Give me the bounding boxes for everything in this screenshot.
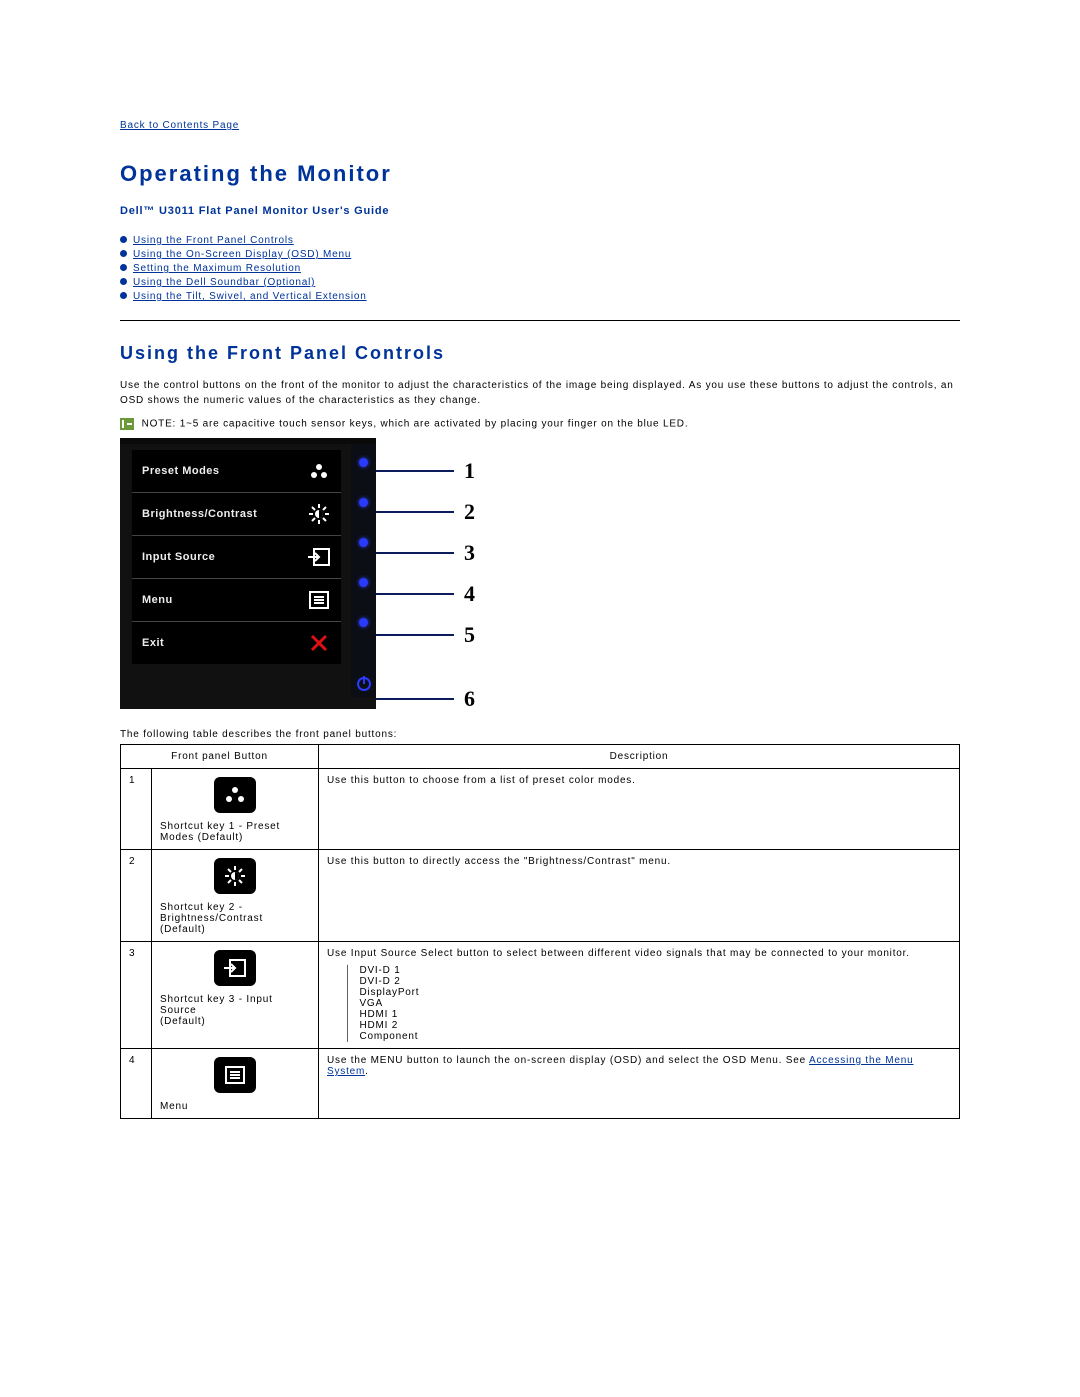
input-source-icon <box>307 546 331 568</box>
back-link[interactable]: Back to Contents Page <box>120 120 960 131</box>
list-item: HDMI 2 <box>345 1020 951 1031</box>
row-number: 4 <box>121 1049 152 1119</box>
osd-row-exit: Exit <box>132 622 341 664</box>
led-button-5[interactable] <box>359 618 368 627</box>
osd-row-preset-modes: Preset Modes <box>132 450 341 493</box>
page-title: Operating the Monitor <box>120 161 960 187</box>
guide-subtitle: Dell™ U3011 Flat Panel Monitor User's Gu… <box>120 205 960 217</box>
monitor-panel: Preset Modes Brightness/Contrast Input S… <box>120 438 376 709</box>
col-front-panel-button: Front panel Button <box>121 745 319 769</box>
list-item: DisplayPort <box>345 987 951 998</box>
list-item: DVI-D 1 <box>345 965 951 976</box>
description-cell: Use the MENU button to launch the on-scr… <box>319 1049 960 1119</box>
button-cell: Shortcut key 1 - Preset Modes (Default) <box>152 769 319 850</box>
menu-icon <box>307 589 331 611</box>
osd-row-input-source: Input Source <box>132 536 341 579</box>
buttons-table: Front panel Button Description 1 Shortcu… <box>120 744 960 1119</box>
toc-item[interactable]: Using the On-Screen Display (OSD) Menu <box>120 249 960 260</box>
table-row: 1 Shortcut key 1 - Preset Modes (Default… <box>121 769 960 850</box>
button-cell: Menu <box>152 1049 319 1119</box>
menu-icon <box>214 1057 256 1093</box>
description-cell: Use this button to choose from a list of… <box>319 769 960 850</box>
led-button-3[interactable] <box>359 538 368 547</box>
table-intro: The following table describes the front … <box>120 729 960 740</box>
brightness-icon <box>214 858 256 894</box>
callout-number: 4 <box>464 581 476 607</box>
led-button-4[interactable] <box>359 578 368 587</box>
bullet-icon <box>120 236 127 243</box>
callout-number: 6 <box>464 686 476 712</box>
table-row: 3 Shortcut key 3 - Input Source (Default… <box>121 942 960 1049</box>
list-item: DVI-D 2 <box>345 976 951 987</box>
button-cell: Shortcut key 2 - Brightness/Contrast (De… <box>152 850 319 942</box>
bullet-icon <box>120 250 127 257</box>
divider <box>120 320 960 321</box>
preset-modes-icon <box>214 777 256 813</box>
callout-number: 2 <box>464 499 476 525</box>
toc-item[interactable]: Using the Dell Soundbar (Optional) <box>120 277 960 288</box>
brightness-icon <box>307 503 331 525</box>
power-icon[interactable] <box>355 674 373 697</box>
callout-number: 1 <box>464 458 476 484</box>
led-button-2[interactable] <box>359 498 368 507</box>
bullet-icon <box>120 292 127 299</box>
section-paragraph: Use the control buttons on the front of … <box>120 378 960 408</box>
note: NOTE: 1~5 are capacitive touch sensor ke… <box>120 418 960 430</box>
callout-number: 5 <box>464 622 476 648</box>
close-icon <box>307 632 331 654</box>
list-item: VGA <box>345 998 951 1009</box>
row-number: 3 <box>121 942 152 1049</box>
table-header-row: Front panel Button Description <box>121 745 960 769</box>
led-column <box>351 444 376 697</box>
list-item: HDMI 1 <box>345 1009 951 1020</box>
toc-item[interactable]: Setting the Maximum Resolution <box>120 263 960 274</box>
osd-row-brightness: Brightness/Contrast <box>132 493 341 536</box>
toc-list: Using the Front Panel Controls Using the… <box>120 235 960 302</box>
bullet-icon <box>120 278 127 285</box>
callout-number: 3 <box>464 540 476 566</box>
input-sources-list: DVI-D 1 DVI-D 2 DisplayPort VGA HDMI 1 H… <box>345 965 951 1042</box>
front-panel-diagram: Preset Modes Brightness/Contrast Input S… <box>120 438 960 709</box>
row-number: 1 <box>121 769 152 850</box>
button-cell: Shortcut key 3 - Input Source (Default) <box>152 942 319 1049</box>
table-row: 2 Shortcut key 2 - Brightness/Contrast (… <box>121 850 960 942</box>
preset-modes-icon <box>307 460 331 482</box>
description-cell: Use Input Source Select button to select… <box>319 942 960 1049</box>
toc-item[interactable]: Using the Front Panel Controls <box>120 235 960 246</box>
input-source-icon <box>214 950 256 986</box>
description-cell: Use this button to directly access the "… <box>319 850 960 942</box>
list-item: Component <box>345 1031 951 1042</box>
row-number: 2 <box>121 850 152 942</box>
osd-row-menu: Menu <box>132 579 341 622</box>
section-heading: Using the Front Panel Controls <box>120 343 960 364</box>
table-row: 4 Menu Use the MENU button to launch the… <box>121 1049 960 1119</box>
led-button-1[interactable] <box>359 458 368 467</box>
toc-item[interactable]: Using the Tilt, Swivel, and Vertical Ext… <box>120 291 960 302</box>
note-icon <box>120 418 134 430</box>
col-description: Description <box>319 745 960 769</box>
bullet-icon <box>120 264 127 271</box>
osd-menu: Preset Modes Brightness/Contrast Input S… <box>132 450 341 664</box>
